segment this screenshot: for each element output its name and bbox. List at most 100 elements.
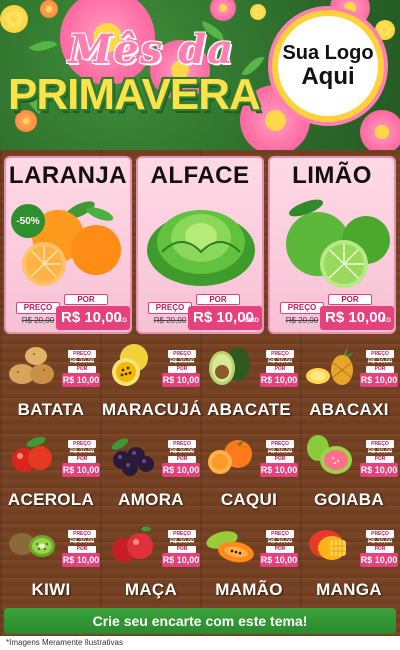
por-label: POR — [366, 456, 394, 463]
new-price: R$ 10,00 — [62, 373, 100, 387]
por-label: POR — [366, 366, 394, 373]
old-price: R$ 20,00 — [69, 539, 95, 545]
product-card-abacate[interactable]: PREÇO R$ 20,00 POR R$ 10,00 ABACATE — [200, 338, 298, 428]
pineapple-icon — [306, 344, 354, 385]
price-tag: PREÇO R$ 20,00 POR R$ 10,00 — [258, 440, 298, 480]
product-card-abacaxi[interactable]: PREÇO R$ 20,00 POR R$ 10,00 ABACAXI — [300, 338, 398, 428]
price-tag: PREÇO R$ 20,00 POR R$ 10,00 — [60, 350, 100, 390]
new-price: R$ 10,00 — [360, 553, 398, 567]
guava-icon — [307, 435, 352, 474]
new-price: R$ 10,00 — [260, 373, 298, 387]
product-name: ALFACE — [150, 162, 250, 189]
old-price: R$ 20,00 — [285, 316, 319, 325]
product-card-laranja[interactable]: LARANJA -50% PREÇO R$ 20,00 POR R$ 10,00… — [4, 156, 132, 334]
new-price: R$ 10,00 KG — [56, 306, 130, 330]
campaign-title: Mês da PRIMAVERA — [8, 26, 261, 121]
new-price: R$ 10,00 — [62, 553, 100, 567]
price-tag: PREÇO R$ 20,00 POR R$ 10,00 — [160, 350, 200, 390]
blackberry-icon — [111, 438, 154, 476]
flower-icon — [250, 4, 266, 20]
product-card-kiwi[interactable]: PREÇO R$ 20,00 POR R$ 10,00 KIWI — [2, 518, 100, 608]
product-name: ACEROLA — [7, 490, 95, 509]
product-name: MAÇA — [124, 580, 178, 599]
new-price: R$ 10,00 KG — [320, 306, 394, 330]
old-price: R$ 20,00 — [367, 539, 393, 545]
title-line2: PRIMAVERA — [8, 70, 261, 119]
por-label: POR — [266, 456, 294, 463]
product-card-caqui[interactable]: PREÇO R$ 20,00 POR R$ 10,00 CAQUI — [200, 428, 298, 518]
price-label: PREÇO — [266, 350, 294, 358]
price-tag: PREÇO R$ 20,00 POR R$ 10,00 KG — [16, 294, 130, 332]
flower-icon — [360, 110, 400, 150]
product-card-batata[interactable]: PREÇO R$ 20,00 POR R$ 10,00 BATATA — [2, 338, 100, 428]
por-label: POR — [68, 456, 96, 463]
product-card-mamao[interactable]: PREÇO R$ 20,00 POR R$ 10,00 MAMÃO — [200, 518, 298, 608]
product-card-acerola[interactable]: PREÇO R$ 20,00 POR R$ 10,00 ACEROLA — [2, 428, 100, 518]
product-card-amora[interactable]: PREÇO R$ 20,00 POR R$ 10,00 AMORA — [102, 428, 200, 518]
por-label: POR — [266, 546, 294, 553]
lettuce-icon — [147, 210, 255, 286]
por-label: POR — [168, 366, 196, 373]
mango-icon — [309, 530, 346, 560]
por-label: POR — [328, 294, 372, 305]
flower-icon — [210, 0, 236, 21]
new-price: R$ 10,00 — [162, 373, 200, 387]
price-tag: PREÇO R$ 20,00 POR R$ 10,00 — [358, 530, 398, 570]
cta-banner[interactable]: Crie seu encarte com este tema! — [4, 608, 396, 634]
price-tag: PREÇO R$ 20,00 POR R$ 10,00 — [358, 350, 398, 390]
new-price-value: R$ 10,00 — [325, 309, 386, 326]
price-label: PREÇO — [366, 530, 394, 538]
flower-icon — [40, 0, 58, 18]
old-price: R$ 20,00 — [21, 316, 55, 325]
logo-placeholder[interactable]: Sua Logo Aqui — [272, 10, 384, 122]
passion-fruit-icon — [112, 344, 148, 386]
price-label: PREÇO — [68, 530, 96, 538]
product-card-manga[interactable]: PREÇO R$ 20,00 POR R$ 10,00 MANGA — [300, 518, 398, 608]
price-label: PREÇO — [266, 440, 294, 448]
product-name: ABACATE — [207, 400, 291, 419]
price-tag: PREÇO R$ 20,00 POR R$ 10,00 KG — [280, 294, 394, 332]
product-card-alface[interactable]: ALFACE PREÇO R$ 20,00 POR R$ 10,00 UNID — [136, 156, 264, 334]
product-card-maca[interactable]: PREÇO R$ 20,00 POR R$ 10,00 MAÇA — [102, 518, 200, 608]
price-tag: PREÇO R$ 20,00 POR R$ 10,00 — [160, 440, 200, 480]
price-label: PREÇO — [16, 302, 60, 314]
price-tag: PREÇO R$ 20,00 POR R$ 10,00 — [258, 530, 298, 570]
price-label: PREÇO — [366, 350, 394, 358]
product-name: LIMÃO — [292, 162, 372, 189]
old-price: R$ 20,00 — [69, 449, 95, 455]
price-unit: KG — [382, 318, 391, 324]
old-price: R$ 20,00 — [69, 359, 95, 365]
price-label: PREÇO — [68, 440, 96, 448]
price-unit: KG — [118, 318, 127, 324]
price-tag: PREÇO R$ 20,00 POR R$ 10,00 — [358, 440, 398, 480]
new-price-value: R$ 10,00 — [61, 309, 122, 326]
por-label: POR — [168, 456, 196, 463]
price-tag: PREÇO R$ 20,00 POR R$ 10,00 — [258, 350, 298, 390]
new-price: R$ 10,00 — [360, 463, 398, 477]
logo-text-line2: Aqui — [301, 62, 355, 90]
new-price: R$ 10,00 — [62, 463, 100, 477]
product-name: KIWI — [31, 580, 71, 599]
product-card-limao[interactable]: LIMÃO PREÇO R$ 20,00 POR R$ 10,00 KG — [268, 156, 396, 334]
old-price: R$ 20,00 — [169, 539, 195, 545]
product-card-goiaba[interactable]: PREÇO R$ 20,00 POR R$ 10,00 GOIABA — [300, 428, 398, 518]
price-label: PREÇO — [266, 530, 294, 538]
price-label: PREÇO — [168, 440, 196, 448]
por-label: POR — [168, 546, 196, 553]
old-price: R$ 20,00 — [367, 449, 393, 455]
price-label: PREÇO — [168, 530, 196, 538]
logo-text-line1: Sua Logo — [282, 41, 374, 64]
discount-badge: -50% — [11, 204, 45, 238]
por-label: POR — [68, 366, 96, 373]
product-name: BATATA — [17, 400, 85, 419]
product-name: LARANJA — [8, 162, 128, 189]
product-name: MARACUJÁ — [102, 400, 202, 419]
lime-icon — [286, 199, 390, 288]
price-tag: PREÇO R$ 20,00 POR R$ 10,00 — [160, 530, 200, 570]
flyer: Mês da PRIMAVERA Sua Logo Aqui LARANJA -… — [0, 0, 400, 650]
product-card-maracuja[interactable]: PREÇO R$ 20,00 POR R$ 10,00 MARACUJÁ — [102, 338, 202, 428]
por-label: POR — [64, 294, 108, 305]
old-price: R$ 20,00 — [267, 359, 293, 365]
price-label: PREÇO — [148, 302, 192, 314]
price-label: PREÇO — [68, 350, 96, 358]
